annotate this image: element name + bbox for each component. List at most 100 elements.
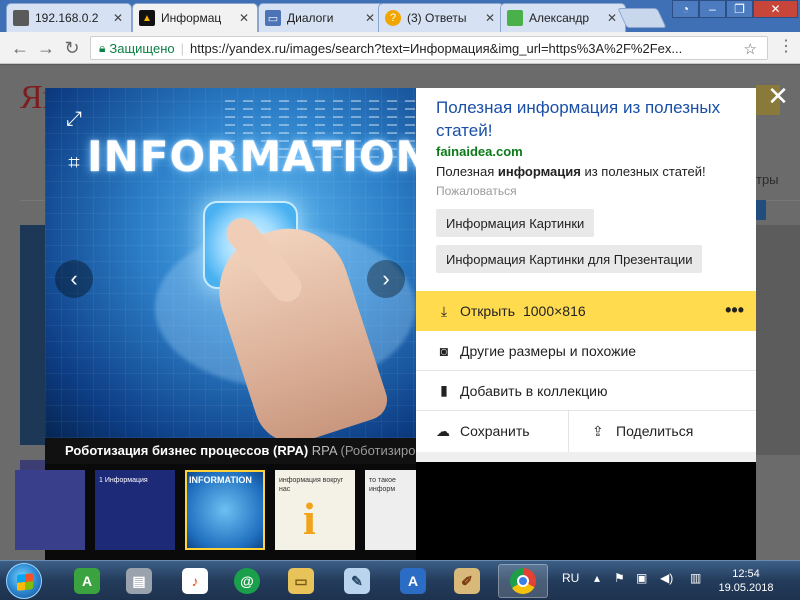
thumbnail-strip: 1 Информация INFORMATION информация вокр… [15, 464, 416, 560]
close-icon[interactable]: ✕ [237, 11, 251, 25]
thumbnail[interactable]: информация вокруг нас i [275, 470, 355, 550]
tab-router[interactable]: 192.168.0.2 ✕ [6, 3, 132, 32]
folder-icon: ▭ [288, 568, 314, 594]
thumbnail-title: то такое информ [369, 477, 396, 493]
close-icon[interactable]: ✕ [483, 11, 497, 25]
tab-answers[interactable]: ? (3) Ответы ✕ [378, 3, 504, 32]
flag-icon[interactable]: ⚑ [614, 571, 625, 585]
thumbnail[interactable] [15, 470, 85, 550]
save-button[interactable]: ☁ Сохранить [436, 410, 530, 452]
bookmark-star-icon[interactable]: ☆ [744, 40, 757, 58]
taskbar-explorer[interactable]: ▭ [276, 564, 326, 598]
bookmark-icon: ▮ [440, 382, 448, 398]
more-icon[interactable]: ••• [725, 300, 744, 321]
thumbnail[interactable]: то такое информ [365, 470, 416, 550]
taskbar-aimp[interactable]: A [62, 564, 112, 598]
clock-date: 19.05.2018 [718, 582, 774, 594]
clock-time: 12:54 [732, 568, 760, 580]
other-sizes-button[interactable]: ◙ Другие размеры и похожие [416, 331, 756, 371]
close-modal-icon[interactable]: ✕ [764, 82, 792, 110]
chrome-icon [510, 568, 536, 594]
lock-icon: 🔒︎ [99, 40, 106, 55]
clock[interactable]: 12:54 19.05.2018 [706, 567, 786, 595]
tag-images[interactable]: Информация Картинки [436, 209, 595, 237]
volume-icon[interactable]: ◀︎) [660, 571, 673, 585]
minimize-icon[interactable]: – [699, 0, 726, 18]
close-icon[interactable]: ✕ [111, 11, 125, 25]
source-description: Полезная информация из полезных статей! [436, 164, 706, 179]
taskbar-paint[interactable]: ✐ [442, 564, 492, 598]
taskbar-wordpad[interactable]: A [388, 564, 438, 598]
network-icon[interactable]: ▥ [690, 571, 701, 585]
share-button[interactable]: ⇪ Поделиться [592, 410, 693, 452]
thumbnail-title: INFORMATION [189, 475, 252, 485]
image-size: 1000×816 [522, 303, 586, 319]
windows-taskbar: A ▤ ♪ @ ▭ ✎ A ✐ RU ▴ ⚑ ▣ ◀︎) ▥ 12:54 19.… [0, 560, 800, 600]
add-to-collection-button[interactable]: ▮ Добавить в коллекцию [416, 371, 756, 411]
tab-title: Александр [529, 11, 590, 25]
thumbnail-title: информация вокруг нас [279, 477, 344, 493]
security-label: Защищено [109, 40, 175, 56]
restore-icon[interactable]: ❐ [726, 0, 753, 18]
taskbar-notepad[interactable]: ✎ [332, 564, 382, 598]
tab-title: Диалоги [287, 11, 334, 25]
expand-icon[interactable]: ⤢ [57, 102, 91, 136]
tag-presentation-images[interactable]: Информация Картинки для Презентации [436, 245, 703, 273]
tab-alexander[interactable]: Александр ✕ [500, 3, 626, 32]
language-indicator[interactable]: RU [562, 571, 579, 585]
address-bar[interactable]: 🔒︎ Защищено | https://yandex.ru/images/s… [90, 36, 768, 60]
taskbar-chrome[interactable] [498, 564, 548, 598]
image-caption[interactable]: Роботизация бизнес процессов (RPA) RPA (… [45, 438, 416, 464]
url-text: https://yandex.ru/images/search?text=Инф… [190, 40, 683, 56]
taskbar-music[interactable]: ♪ [170, 564, 220, 598]
source-title-link[interactable]: Полезная информация из полезных статей! [436, 96, 736, 142]
crop-icon[interactable]: ⌗ [57, 146, 91, 180]
caption-title: Роботизация бизнес процессов (RPA) [65, 443, 309, 458]
preview-image[interactable]: INFORMATION ⤢ ⌗ ‹ › [45, 88, 416, 438]
taskbar-mail-agent[interactable]: @ [222, 564, 272, 598]
new-tab-button[interactable] [617, 8, 667, 28]
open-label: Открыть [460, 303, 515, 319]
tab-title: 192.168.0.2 [35, 11, 99, 25]
taskbar-newspaper[interactable]: ▤ [114, 564, 164, 598]
thumbnail-bg [756, 200, 766, 220]
back-icon[interactable]: ← [8, 36, 32, 60]
close-window-icon[interactable]: ✕ [753, 0, 798, 18]
other-sizes-label: Другие размеры и похожие [460, 342, 637, 359]
chat-icon: ▭ [265, 10, 281, 26]
next-arrow-icon[interactable]: › [367, 260, 405, 298]
tab-dialogs[interactable]: ▭ Диалоги ✕ [258, 3, 384, 32]
prev-arrow-icon[interactable]: ‹ [55, 260, 93, 298]
thumbnail-title: 1 Информация [99, 477, 148, 484]
paint-icon: ✐ [454, 568, 480, 594]
reload-icon[interactable]: ↻ [60, 36, 84, 60]
aimp-icon: A [74, 568, 100, 594]
mail-agent-icon: @ [234, 568, 260, 594]
open-original-button[interactable]: ⤓ Открыть 1000×816 ••• [416, 291, 756, 331]
thumbnail[interactable]: 1 Информация [95, 470, 175, 550]
image-info-panel: Полезная информация из полезных статей! … [416, 88, 756, 462]
thumbnail-selected[interactable]: INFORMATION [185, 470, 265, 550]
tab-yandex-images[interactable]: ▲ Информац ✕ [132, 3, 258, 32]
device-icon[interactable]: ▣ [636, 571, 647, 585]
action-divider [568, 410, 569, 452]
browser-menu-icon[interactable]: ⋮ [778, 36, 794, 60]
notepad-icon: ✎ [344, 568, 370, 594]
close-icon[interactable]: ✕ [363, 11, 377, 25]
desc-highlight: информация [497, 164, 581, 179]
save-label: Сохранить [460, 423, 530, 439]
cloud-save-icon: ☁ [436, 422, 450, 439]
user-icon[interactable]: ◔ [672, 0, 699, 18]
start-button[interactable] [6, 563, 42, 599]
newspaper-icon: ▤ [126, 568, 152, 594]
source-domain-link[interactable]: fainaidea.com [436, 144, 523, 159]
close-icon[interactable]: ✕ [605, 11, 619, 25]
share-icon: ⇪ [592, 422, 604, 439]
tray-expand-icon[interactable]: ▴ [594, 571, 600, 585]
complain-link[interactable]: Пожаловаться [436, 184, 517, 198]
wordpad-icon: A [400, 568, 426, 594]
info-i-glyph: i [303, 493, 316, 544]
image-headline: INFORMATION [87, 132, 416, 181]
forward-icon[interactable]: → [34, 36, 58, 60]
tab-title: Информац [161, 11, 222, 25]
